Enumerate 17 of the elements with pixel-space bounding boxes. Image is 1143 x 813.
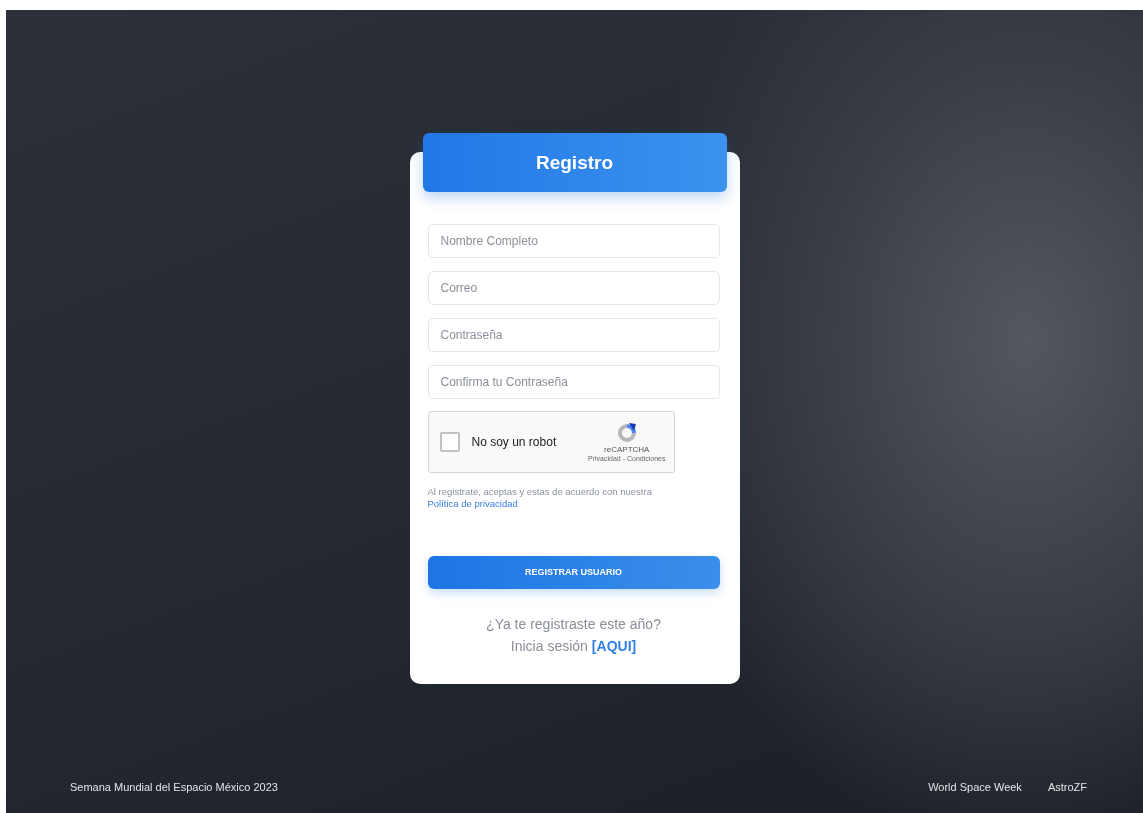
card-title: Registro (422, 133, 727, 192)
captcha-brand: reCAPTCHA (604, 445, 650, 454)
captcha-label: No soy un robot (471, 435, 558, 449)
input-field[interactable]: Nombre Completo (427, 224, 720, 258)
footer-link[interactable]: AstroZF (1047, 781, 1087, 793)
input-field[interactable]: Confirma tu Contraseña (427, 365, 720, 399)
checkbox[interactable] (439, 432, 460, 452)
input-field[interactable]: Contraseña (427, 318, 720, 352)
terms-text: Al registrate, aceptas y estas de acuerdo con nuestra Política de privacidad (427, 486, 653, 510)
privacy-link[interactable]: Política de privacidad (427, 498, 518, 509)
register-button[interactable]: REGISTRAR USUARIO (427, 555, 720, 589)
footer-title: Semana Mundial del Espacio México 2023 (70, 781, 278, 793)
login-prompt: ¿Ya te registraste este año? (485, 615, 662, 632)
footer-link[interactable]: World Space Week (928, 781, 1022, 793)
login-text: Inicia sesión (510, 637, 588, 654)
input-field[interactable]: Correo (427, 271, 720, 305)
login-link[interactable]: [AQUI] (591, 637, 637, 654)
